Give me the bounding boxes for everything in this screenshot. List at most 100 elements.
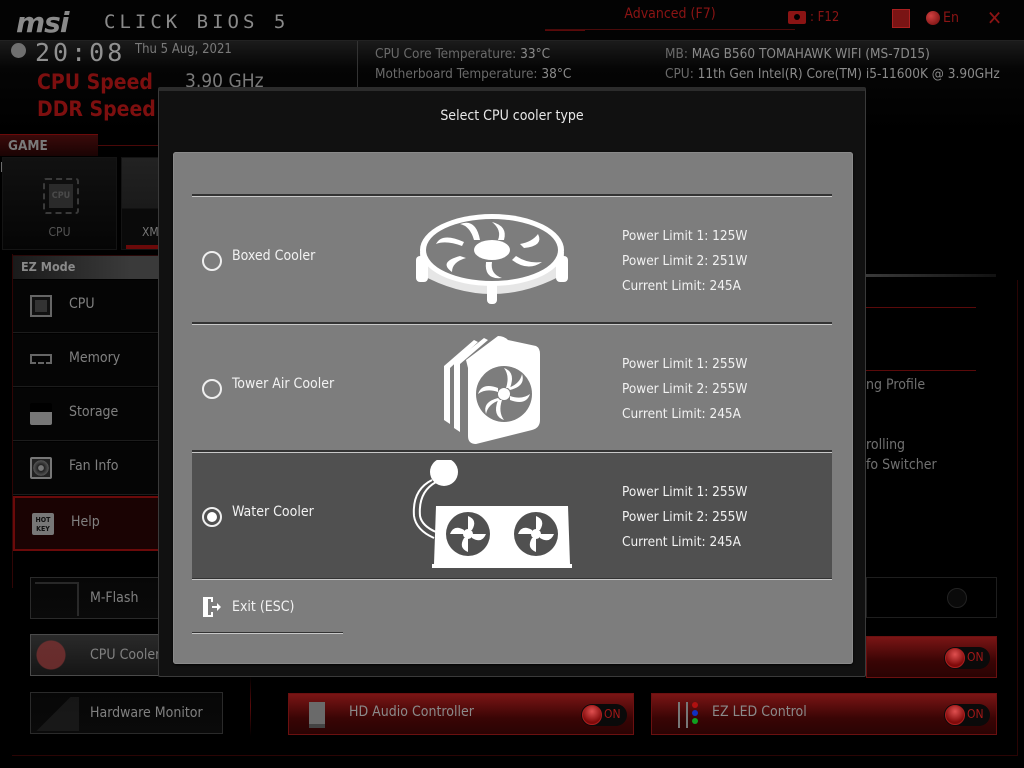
button-label: M-Flash [90, 590, 139, 606]
favorites-item[interactable]: ng Profile [866, 377, 925, 393]
dialog-title: Select CPU cooler type [440, 108, 584, 124]
button-label: CPU Cooler [90, 647, 161, 663]
power-limit-1: Power Limit 1: 255W [622, 484, 748, 500]
ez-led-control-tile[interactable]: EZ LED Control ON [651, 693, 997, 735]
sidebar-item-memory[interactable]: Memory [13, 334, 160, 387]
mb-temp-value: 38°C [541, 66, 572, 82]
divider [12, 755, 1018, 756]
radio-button[interactable] [202, 251, 222, 271]
mb-label: MB: [665, 46, 688, 62]
on-off-toggle[interactable]: ON [944, 647, 990, 669]
cpu-speed-label: CPU Speed [37, 70, 153, 94]
toggle-state: ON [967, 707, 984, 721]
ez-mode-header: EZ Mode [13, 255, 160, 279]
favorites-item[interactable]: fo Switcher [866, 457, 937, 473]
advanced-mode-label: Advanced (F7) [624, 6, 716, 22]
mb-info: MB: MAG B560 TOMAHAWK WIFI (MS-7D15) [665, 44, 1000, 64]
option-label: Boxed Cooler [232, 248, 316, 264]
sidebar-item-label: Memory [69, 350, 121, 366]
game-boost-tab[interactable]: GAME BOOST [0, 134, 98, 176]
radio-button-selected[interactable] [202, 507, 222, 527]
current-limit: Current Limit: 245A [622, 534, 741, 550]
boxed-cooler-icon [416, 214, 568, 304]
mb-temp: Motherboard Temperature: 38°C [375, 64, 571, 84]
game-boost-xmp-tile[interactable]: XMP [121, 157, 165, 250]
cooler-option-boxed[interactable]: Boxed Cooler Power Limit 1: 125W Power L… [192, 194, 832, 322]
cpu-core-temp-label: CPU Core Temperature: [375, 46, 517, 62]
speaker-icon [309, 702, 325, 728]
search-icon[interactable] [892, 9, 910, 28]
screenshot-button[interactable]: : F12 [788, 10, 839, 25]
feature-label: HD Audio Controller [349, 704, 474, 720]
sidebar-item-label: Fan Info [69, 458, 119, 474]
divider [866, 307, 976, 308]
screenshot-key-label: : F12 [810, 10, 840, 25]
sidebar-item-fan-info[interactable]: Fan Info [13, 442, 160, 495]
favorites-item[interactable]: rolling [866, 437, 905, 453]
cpu-label: CPU: [665, 66, 694, 82]
temperature-info: CPU Core Temperature: 33°C Motherboard T… [375, 44, 571, 84]
cpu-core-temp-value: 33°C [520, 46, 551, 62]
toggle-off-indicator [947, 588, 967, 608]
hd-audio-controller-tile[interactable]: HD Audio Controller ON [288, 693, 634, 735]
on-off-toggle[interactable]: ON [944, 704, 990, 726]
sidebar-item-help[interactable]: HOT KEY Help [13, 496, 160, 551]
power-limit-1: Power Limit 1: 255W [622, 356, 748, 372]
toggle-knob [582, 705, 602, 725]
memory-icon [30, 354, 52, 364]
power-limit-2: Power Limit 2: 255W [622, 381, 748, 397]
divider [192, 578, 832, 580]
sidebar-item-storage[interactable]: Storage [13, 388, 160, 441]
cpu-icon [30, 295, 52, 317]
feature-tile[interactable] [866, 577, 997, 618]
cooler-option-tower-air[interactable]: Tower Air Cooler Power Limit 1: 255W Pow… [192, 322, 832, 450]
sidebar-item-label: Storage [69, 404, 119, 420]
globe-icon [926, 11, 940, 25]
game-boost-cpu-tile[interactable]: CPU [2, 157, 117, 250]
exit-button[interactable]: Exit (ESC) [202, 596, 294, 618]
power-limit-1: Power Limit 1: 125W [622, 228, 748, 244]
clock-time: 20:08 [35, 38, 126, 67]
option-label: Water Cooler [232, 504, 314, 520]
close-icon[interactable]: ✕ [987, 6, 1002, 30]
tower-air-cooler-icon [444, 336, 540, 444]
cooling-fan-icon [35, 639, 79, 673]
camera-icon [788, 11, 806, 24]
radio-button[interactable] [202, 379, 222, 399]
feature-label: EZ LED Control [712, 704, 807, 720]
divider [866, 370, 976, 371]
sidebar-item-cpu[interactable]: CPU [13, 280, 160, 333]
exit-label: Exit (ESC) [232, 599, 295, 615]
current-limit: Current Limit: 245A [622, 406, 741, 422]
sidebar-item-label: CPU [69, 296, 95, 312]
language-button[interactable]: En [926, 10, 959, 26]
feature-toggle-tile[interactable]: ON [866, 636, 997, 678]
storage-icon [30, 403, 52, 425]
cpu-core-temp: CPU Core Temperature: 33°C [375, 44, 571, 64]
hardware-monitor-icon [35, 697, 79, 731]
hardware-monitor-button[interactable]: Hardware Monitor [30, 692, 223, 734]
water-cooler-icon [412, 460, 572, 568]
clock-date: Thu 5 Aug, 2021 [135, 42, 232, 57]
divider [98, 145, 160, 146]
clock-icon [11, 43, 26, 58]
advanced-mode-tab[interactable]: Advanced (F7) [545, 0, 795, 31]
power-specs: Power Limit 1: 255W Power Limit 2: 255W … [622, 480, 747, 555]
on-off-toggle[interactable]: ON [581, 704, 627, 726]
rgb-dots-icon [692, 702, 698, 726]
usb-icon [35, 582, 79, 616]
divider [1017, 280, 1018, 756]
button-label: Hardware Monitor [90, 705, 203, 721]
cooler-option-water[interactable]: Water Cooler Power Limit 1: 255W Power L… [192, 450, 832, 578]
xmp-active-indicator [126, 245, 160, 249]
current-limit: Current Limit: 245A [622, 278, 741, 294]
ddr-speed-label: DDR Speed [37, 97, 156, 121]
fan-icon [30, 457, 52, 479]
divider [192, 632, 343, 634]
toggle-state: ON [604, 707, 621, 721]
cpu-cooler-dialog: Select CPU cooler type Boxed Cooler Powe… [158, 87, 866, 677]
tile-label: CPU [48, 225, 71, 239]
cpu-info: CPU: 11th Gen Intel(R) Core(TM) i5-11600… [665, 64, 1000, 84]
mb-temp-label: Motherboard Temperature: [375, 66, 538, 82]
ez-mode-title: EZ Mode [21, 259, 76, 274]
